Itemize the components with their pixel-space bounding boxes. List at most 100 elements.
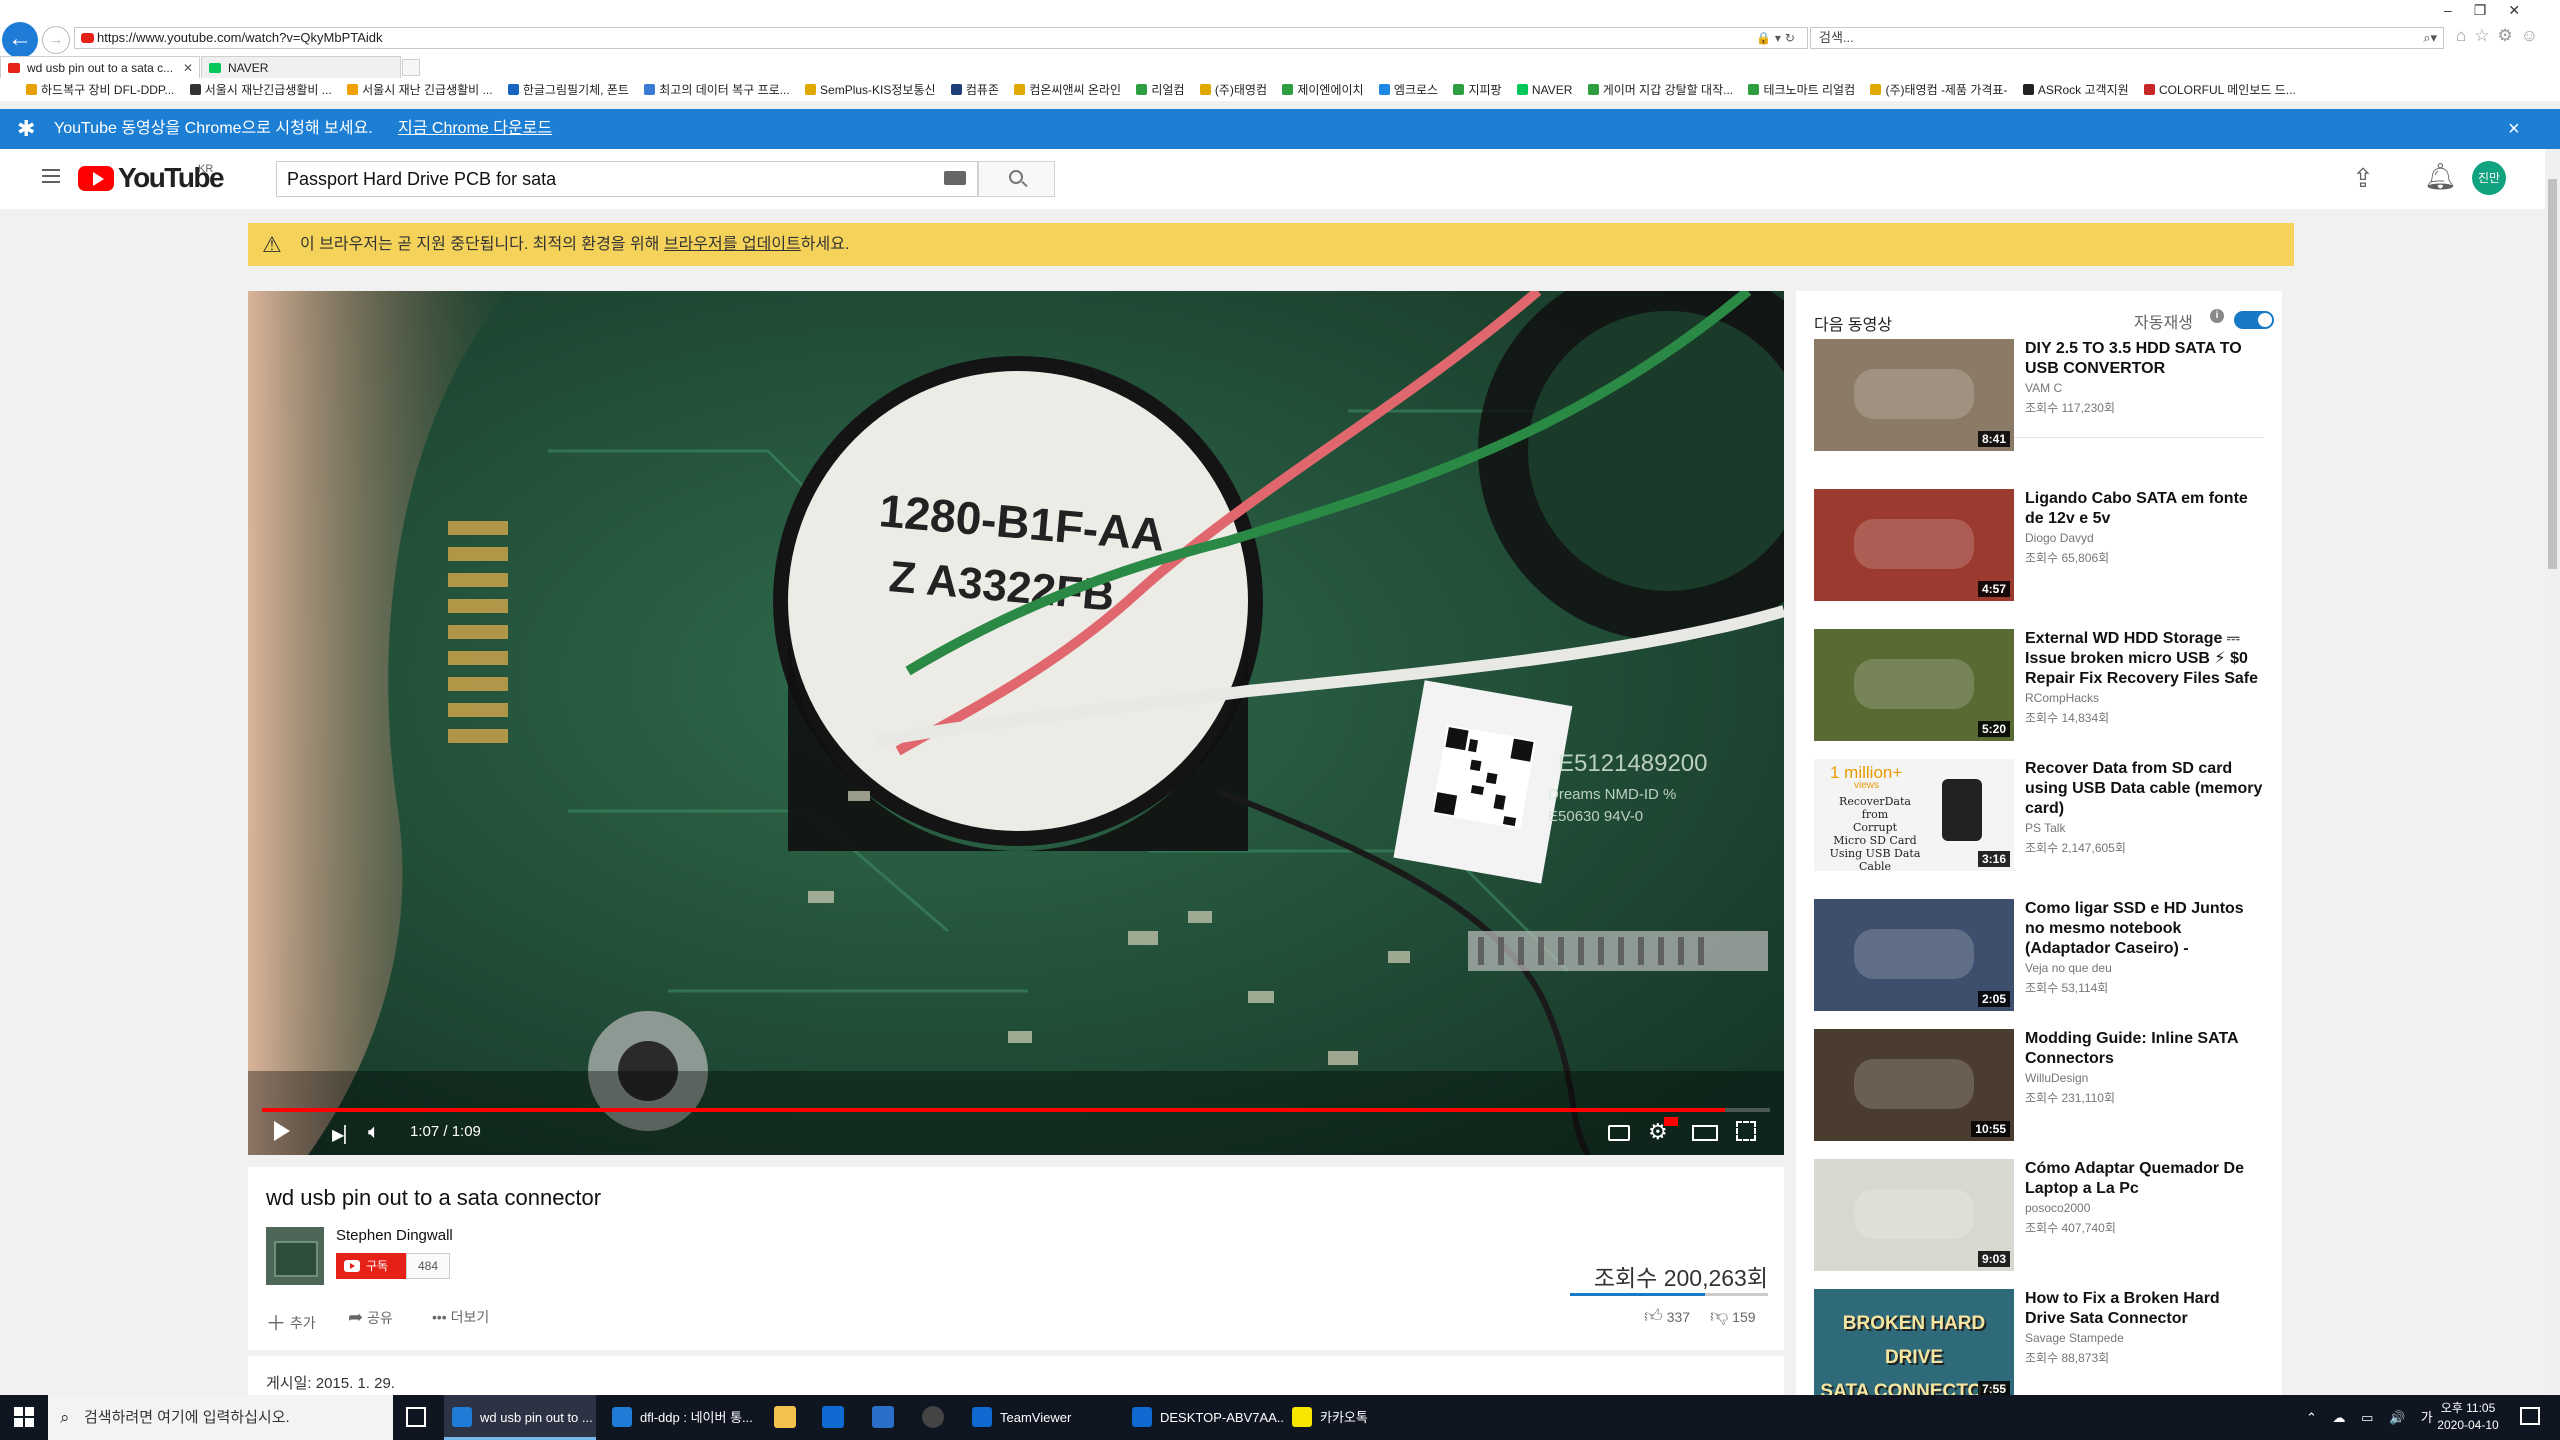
recommendation-channel[interactable]: PS Talk <box>2025 821 2065 835</box>
taskbar-search-input[interactable]: ⌕ 검색하려면 여기에 입력하십시오. <box>48 1395 393 1440</box>
video-thumbnail[interactable]: 2:05 <box>1814 899 2014 1011</box>
recommendation-channel[interactable]: WilluDesign <box>2025 1071 2088 1085</box>
favorite-link[interactable]: 게이머 지갑 강탈할 대작... <box>1587 79 1733 101</box>
new-tab-button[interactable] <box>402 59 420 76</box>
play-button[interactable] <box>274 1121 290 1141</box>
avatar[interactable]: 진만 <box>2472 161 2506 195</box>
favorite-link[interactable]: 제이엔에이치 <box>1282 79 1364 101</box>
recommendation-item[interactable]: 2:05 Como ligar SSD e HD Juntos no mesmo … <box>1814 899 2264 1017</box>
favorite-link[interactable]: NAVER <box>1516 79 1572 101</box>
info-icon[interactable]: i <box>2210 309 2224 323</box>
share-button[interactable]: ➦ 공유 <box>348 1307 393 1328</box>
taskbar-app[interactable]: DESKTOP-ABV7AA... <box>1124 1395 1284 1440</box>
recommendation-title[interactable]: Recover Data from SD card using USB Data… <box>2025 759 2263 819</box>
bell-icon[interactable]: 🔔︎ <box>2424 161 2457 192</box>
windows-start-icon[interactable] <box>14 1407 34 1427</box>
recommendation-title[interactable]: Como ligar SSD e HD Juntos no mesmo note… <box>2025 899 2263 959</box>
system-tray[interactable]: ⌃ ☁ ▭ 🔊 가 <box>2306 1395 2439 1440</box>
recommendation-channel[interactable]: Diogo Davyd <box>2025 531 2094 545</box>
recommendation-title[interactable]: External WD HDD Storage ⎓ Issue broken m… <box>2025 629 2263 689</box>
favorite-link[interactable]: 지피팡 <box>1453 79 1502 101</box>
tab-naver[interactable]: NAVER <box>201 56 401 78</box>
subtitles-icon[interactable] <box>1608 1125 1630 1141</box>
video-thumbnail[interactable]: 5:20 <box>1814 629 2014 741</box>
update-browser-link[interactable]: 브라우저를 업데이트 <box>664 236 801 253</box>
recommendation-item[interactable]: 9:03 Cómo Adaptar Quemador De Laptop a La… <box>1814 1159 2264 1277</box>
recommendation-channel[interactable]: RCompHacks <box>2025 691 2099 705</box>
taskbar-app[interactable]: wd usb pin out to ... <box>444 1395 596 1440</box>
autoplay-toggle[interactable] <box>2234 311 2274 329</box>
favorite-link[interactable]: COLORFUL 메인보드 드... <box>2144 79 2296 101</box>
subscribe-button[interactable]: 구독 <box>336 1253 406 1279</box>
banner-close-icon[interactable]: × <box>2508 109 2520 149</box>
recommendation-title[interactable]: How to Fix a Broken Hard Drive Sata Conn… <box>2025 1289 2263 1329</box>
download-chrome-link[interactable]: 지금 Chrome 다운로드 <box>398 109 552 149</box>
video-thumbnail[interactable]: 9:03 <box>1814 1159 2014 1271</box>
taskbar-app[interactable]: dfl-ddp : 네이버 통... <box>604 1395 756 1440</box>
favorite-link[interactable]: ASRock 고객지원 <box>2022 79 2129 101</box>
video-thumbnail[interactable]: 4:57 <box>1814 489 2014 601</box>
favorite-link[interactable]: SemPlus-KIS정보통신 <box>805 79 936 101</box>
video-player[interactable]: 1280-B1F-AA Z A3322FB E5121489200 Dreams… <box>248 291 1784 1155</box>
video-thumbnail[interactable]: 8:41 <box>1814 339 2014 451</box>
dislike-button[interactable]: 👎︎ 159 <box>1710 1305 1756 1327</box>
recommendation-item[interactable]: 1 million+ views RecoverData from Corrupt Mic… <box>1814 759 2264 877</box>
favorite-link[interactable]: 하드복구 장비 DFL-DDP... <box>26 79 174 101</box>
volume-icon[interactable]: 🔈︎ <box>368 1121 380 1144</box>
favorite-link[interactable]: 엠크로스 <box>1378 79 1438 101</box>
search-icon[interactable]: ⌕▾ <box>2423 28 2437 48</box>
favorite-link[interactable]: 서울시 재난 긴급생활비 ... <box>347 79 493 101</box>
recommendation-title[interactable]: DIY 2.5 TO 3.5 HDD SATA TO USB CONVERTOR <box>2025 339 2263 379</box>
lock-refresh-icons[interactable]: 🔒▾↻ <box>1756 28 1799 48</box>
app-icon[interactable] <box>922 1406 944 1428</box>
favorite-link[interactable]: (주)태영컴 -제품 가격표- <box>1870 79 2007 101</box>
favorite-link[interactable]: 서울시 재난긴급생활비 ... <box>189 79 332 101</box>
add-to-button[interactable]: ＋ 추가 <box>266 1307 316 1336</box>
next-icon[interactable]: ▶▏ <box>332 1125 357 1145</box>
favorite-link[interactable]: 컴온씨앤씨 온라인 <box>1014 79 1121 101</box>
video-thumbnail[interactable]: BROKEN HARD DRIVE SATA CONNECTOR? 7:55 <box>1814 1289 2014 1396</box>
file-explorer-icon[interactable] <box>774 1406 796 1428</box>
task-view-icon[interactable] <box>406 1407 426 1427</box>
home-favorites-tools-icons[interactable]: ⌂☆⚙☺ <box>2456 26 2546 46</box>
store-icon[interactable] <box>822 1406 844 1428</box>
taskbar-app[interactable]: 카카오톡 <box>1284 1395 1434 1440</box>
keyboard-icon[interactable] <box>944 171 966 185</box>
window-controls[interactable]: –❐✕ <box>2444 2 2542 19</box>
address-bar[interactable]: https://www.youtube.com/watch?v=QkyMbPTA… <box>74 27 1808 49</box>
recommendation-item[interactable]: 8:41 DIY 2.5 TO 3.5 HDD SATA TO USB CONVE… <box>1814 339 2264 457</box>
recommendation-item[interactable]: BROKEN HARD DRIVE SATA CONNECTOR? 7:55 How … <box>1814 1289 2264 1396</box>
recommendation-channel[interactable]: Veja no que deu <box>2025 961 2112 975</box>
tab-close-icon[interactable]: ✕ <box>183 57 193 78</box>
recommendation-channel[interactable]: Savage Stampede <box>2025 1331 2124 1345</box>
favorite-link[interactable]: 최고의 데이터 복구 프로... <box>644 79 790 101</box>
recommendation-title[interactable]: Cómo Adaptar Quemador De Laptop a La Pc <box>2025 1159 2263 1199</box>
back-button[interactable]: ← <box>2 22 38 58</box>
channel-avatar[interactable] <box>266 1227 324 1285</box>
search-input[interactable]: Passport Hard Drive PCB for sata <box>276 161 978 197</box>
favorite-link[interactable]: (주)태영컴 <box>1199 79 1267 101</box>
browser-search-box[interactable]: 검색... ⌕▾ <box>1810 27 2444 49</box>
fullscreen-icon[interactable] <box>1736 1121 1756 1141</box>
mail-icon[interactable] <box>872 1406 894 1428</box>
video-thumbnail[interactable]: 10:55 <box>1814 1029 2014 1141</box>
forward-button[interactable]: → <box>42 26 70 54</box>
progress-bar[interactable] <box>262 1108 1770 1112</box>
recommendation-item[interactable]: 10:55 Modding Guide: Inline SATA Connecto… <box>1814 1029 2264 1147</box>
channel-name[interactable]: Stephen Dingwall <box>336 1227 453 1244</box>
upload-icon[interactable]: ⇪ <box>2352 163 2374 194</box>
recommendation-item[interactable]: 5:20 External WD HDD Storage ⎓ Issue brok… <box>1814 629 2264 747</box>
tab-youtube[interactable]: wd usb pin out to a sata c... ✕ <box>0 56 200 78</box>
recommendation-channel[interactable]: VAM C <box>2025 381 2062 395</box>
more-button[interactable]: ••• 더보기 <box>432 1307 489 1327</box>
scrollbar-thumb[interactable] <box>2548 179 2557 569</box>
favorite-link[interactable]: 리얼컴 <box>1136 79 1184 101</box>
theater-mode-icon[interactable] <box>1692 1125 1718 1141</box>
favorite-link[interactable]: 컴퓨존 <box>950 79 999 101</box>
clock[interactable]: 오후 11:05 2020-04-10 <box>2428 1400 2508 1434</box>
notification-icon[interactable] <box>2520 1407 2540 1425</box>
search-button[interactable] <box>978 161 1055 197</box>
menu-icon[interactable] <box>42 169 60 183</box>
favorite-link[interactable]: 한글그림필기체, 폰트 <box>507 79 629 101</box>
recommendation-title[interactable]: Modding Guide: Inline SATA Connectors <box>2025 1029 2263 1069</box>
